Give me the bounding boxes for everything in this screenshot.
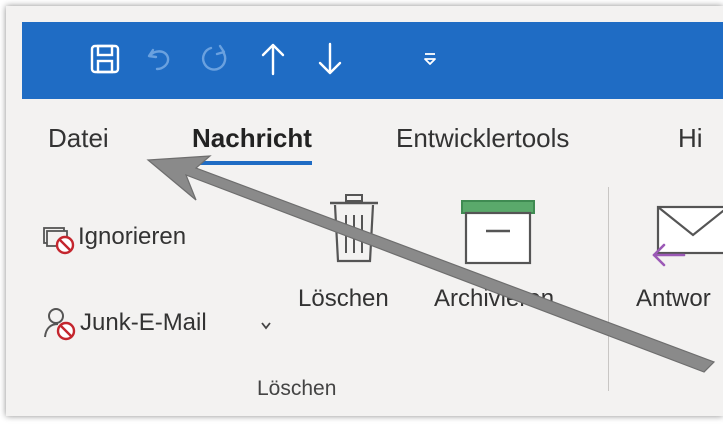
previous-item-button[interactable] [250, 36, 296, 82]
trash-icon [330, 194, 378, 263]
ignore-label: Ignorieren [78, 223, 187, 250]
junk-email-label: Junk-E-Mail [80, 309, 207, 336]
customize-qat-button[interactable] [415, 36, 445, 82]
save-icon [90, 44, 120, 74]
redo-button[interactable] [192, 36, 238, 82]
tab-nachricht-label: Nachricht [192, 123, 312, 153]
archive-label: Archivieren [434, 285, 555, 312]
group-separator [608, 187, 609, 391]
ignore-icon [43, 227, 75, 255]
archive-button[interactable]: Archivieren [432, 191, 582, 321]
quick-access-toolbar [22, 22, 723, 99]
ignore-button[interactable]: Ignorieren [42, 221, 262, 257]
ribbon-content: Ignorieren Junk-E-Mail Löschen Archivier… [22, 179, 723, 411]
customize-dropdown-icon [424, 53, 436, 65]
active-tab-indicator [192, 161, 312, 165]
arrow-down-icon [318, 42, 342, 75]
undo-button[interactable] [136, 36, 182, 82]
reply-label: Antwor [636, 285, 711, 312]
reply-button[interactable]: Antwor [618, 191, 723, 321]
undo-icon [147, 48, 170, 71]
junk-email-icon [44, 308, 76, 341]
tab-entwicklertools[interactable]: Entwicklertools [396, 123, 569, 154]
delete-group-label: Löschen [257, 377, 337, 400]
arrow-up-icon [261, 43, 285, 76]
redo-icon [201, 44, 227, 71]
delete-label: Löschen [298, 285, 389, 312]
delete-button[interactable]: Löschen [298, 191, 428, 321]
archive-icon [461, 200, 535, 265]
chevron-down-icon [261, 322, 271, 330]
tab-nachricht[interactable]: Nachricht [192, 123, 312, 165]
junk-email-button[interactable]: Junk-E-Mail [42, 303, 282, 343]
save-button[interactable] [82, 36, 128, 82]
ribbon-tabs: Datei Nachricht Entwicklertools Hi [22, 99, 723, 179]
tab-datei[interactable]: Datei [48, 123, 109, 154]
next-item-button[interactable] [307, 36, 353, 82]
tab-hilfe[interactable]: Hi [678, 123, 703, 154]
reply-icon [652, 205, 723, 267]
